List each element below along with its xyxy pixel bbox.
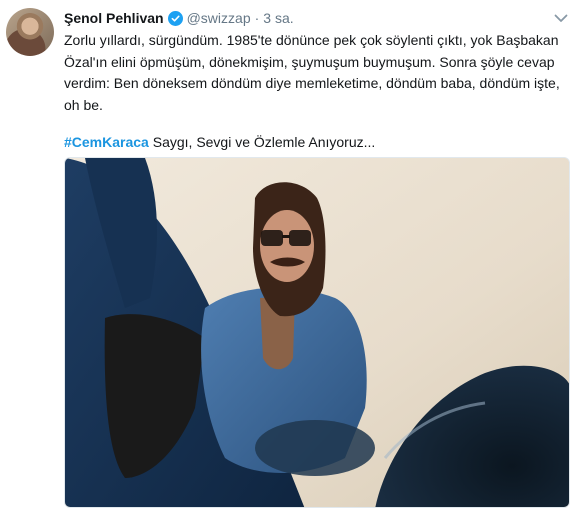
tweet-header: Şenol Pehlivan @swizzap · 3 sa. [64,8,294,28]
tweet-text-line: oh be. [64,96,103,113]
hashtag-suffix: Saygı, Sevgi ve Özlemle Anıyoruz... [148,134,376,151]
tweet-text-line: verdim: Ben döneksem döndüm diye memleke… [64,75,560,92]
chevron-down-icon[interactable] [553,10,569,26]
tweet-text-line: Özal'ın elini öpmüşüm, dönekmişim, şuymu… [64,53,555,70]
avatar[interactable] [6,8,54,56]
verified-badge-icon [167,10,183,26]
timestamp[interactable]: 3 sa. [263,10,293,26]
hashtag-line: #CemKaraca Saygı, Sevgi ve Özlemle Anıyo… [64,132,568,154]
tweet-photo[interactable] [64,157,570,508]
tweet-text-line: Zorlu yıllardı, sürgündüm. 1985'te dönün… [64,32,559,48]
glasses-right [289,230,311,246]
hashtag-link[interactable]: #CemKaraca [64,134,149,150]
author-handle[interactable]: @swizzap [187,10,251,26]
tweet-text: Zorlu yıllardı, sürgündüm. 1985'te dönün… [64,30,568,154]
author-name[interactable]: Şenol Pehlivan [64,10,164,26]
separator-dot: · [254,10,260,26]
glasses-left [261,230,283,246]
tweet-card[interactable]: Şenol Pehlivan @swizzap · 3 sa. Zorlu yı… [0,0,578,517]
photo-illustration [65,158,569,507]
